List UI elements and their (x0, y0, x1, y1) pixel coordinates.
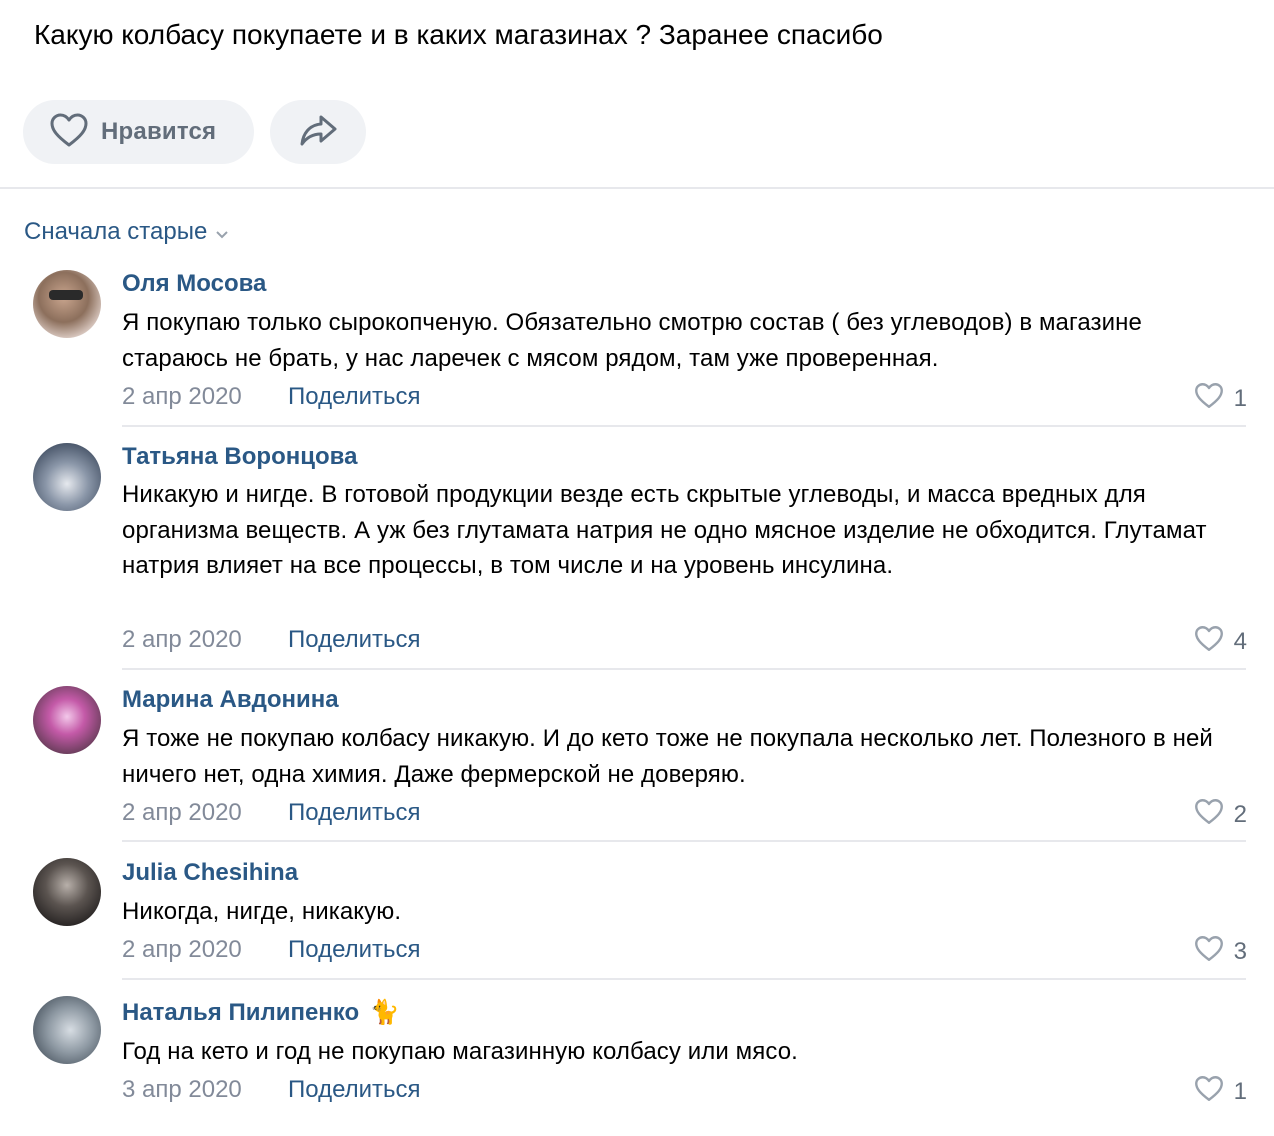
post-actions: Нравится (23, 100, 366, 164)
like-count: 1 (1233, 385, 1247, 412)
heart-icon (1194, 382, 1224, 416)
comment-author[interactable]: Марина Авдонина (122, 686, 339, 714)
avatar[interactable] (33, 996, 101, 1064)
comment-date[interactable]: 2 апр 2020 (122, 799, 242, 827)
comment-separator (122, 425, 1246, 427)
comment-text: Год на кето и год не покупаю магазинную … (122, 1038, 798, 1065)
comment-author[interactable]: Оля Мосова (122, 270, 266, 298)
heart-icon (1194, 935, 1224, 969)
heart-icon (1194, 625, 1224, 659)
comment-date[interactable]: 2 апр 2020 (122, 626, 242, 654)
like-label: Нравится (101, 118, 217, 145)
comment-share-link[interactable]: Поделиться (288, 936, 421, 964)
comment-text: Никакую и нигде. В готовой продукции вез… (122, 481, 1207, 579)
comment-like-button[interactable]: 2 (1194, 798, 1247, 832)
avatar[interactable] (33, 443, 101, 511)
avatar[interactable] (33, 270, 101, 338)
comment-like-button[interactable]: 1 (1194, 1075, 1247, 1109)
like-count: 2 (1233, 801, 1247, 828)
avatar[interactable] (33, 686, 101, 754)
comment-like-button[interactable]: 1 (1194, 382, 1247, 416)
cat-emoji: 🐈 (369, 999, 400, 1026)
comment-share-link[interactable]: Поделиться (288, 626, 421, 654)
post-divider (0, 187, 1274, 189)
comment-separator (122, 840, 1246, 842)
like-count: 4 (1233, 628, 1247, 655)
post-text: Какую колбасу покупаете и в каких магази… (34, 19, 883, 50)
comment-share-link[interactable]: Поделиться (288, 799, 421, 827)
like-count: 1 (1233, 1078, 1247, 1105)
like-count: 3 (1233, 938, 1247, 965)
comment-share-link[interactable]: Поделиться (288, 1076, 421, 1104)
share-arrow-icon (298, 113, 338, 152)
avatar[interactable] (33, 858, 101, 926)
comment-date[interactable]: 2 апр 2020 (122, 383, 242, 411)
comment-date[interactable]: 2 апр 2020 (122, 936, 242, 964)
like-button[interactable]: Нравится (23, 100, 254, 164)
comment-date[interactable]: 3 апр 2020 (122, 1076, 242, 1104)
heart-icon (49, 112, 89, 153)
comment-author[interactable]: Наталья Пилипенко 🐈 (122, 998, 400, 1027)
comment-author[interactable]: Татьяна Воронцова (122, 443, 357, 471)
comment-author[interactable]: Julia Chesihina (122, 859, 298, 887)
comment-like-button[interactable]: 3 (1194, 935, 1247, 969)
comment-text: Я покупаю только сырокопченую. Обязатель… (122, 309, 1142, 372)
chevron-down-icon (215, 218, 229, 246)
share-button[interactable] (270, 100, 366, 164)
author-name: Наталья Пилипенко (122, 999, 360, 1026)
comment-text: Никогда, нигде, никакую. (122, 898, 402, 925)
sort-dropdown[interactable]: Сначала старые (24, 218, 229, 246)
heart-icon (1194, 1075, 1224, 1109)
comment-separator (122, 668, 1246, 670)
comment-share-link[interactable]: Поделиться (288, 383, 421, 411)
sort-label: Сначала старые (24, 218, 208, 245)
comment-text: Я тоже не покупаю колбасу никакую. И до … (122, 725, 1213, 788)
heart-icon (1194, 798, 1224, 832)
comment-separator (122, 978, 1246, 980)
comment-like-button[interactable]: 4 (1194, 625, 1247, 659)
